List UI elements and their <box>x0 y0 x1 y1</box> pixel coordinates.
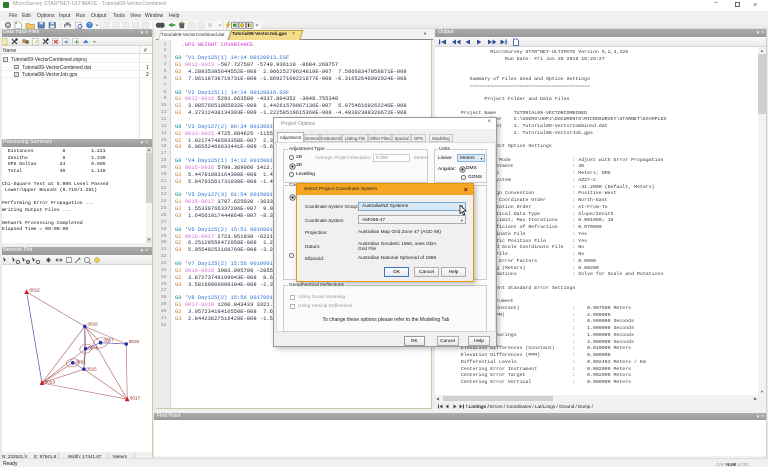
svg-text:0016: 0016 <box>88 322 99 327</box>
svg-text:0013: 0013 <box>45 380 56 385</box>
svg-text:0051: 0051 <box>76 360 87 365</box>
svg-text:0057: 0057 <box>104 338 115 343</box>
svg-text:0012: 0012 <box>30 288 41 293</box>
svg-text:0017: 0017 <box>130 396 141 401</box>
svg-text:0018: 0018 <box>129 339 140 344</box>
svg-text:0045: 0045 <box>88 346 99 351</box>
svg-text:0015: 0015 <box>87 367 98 372</box>
